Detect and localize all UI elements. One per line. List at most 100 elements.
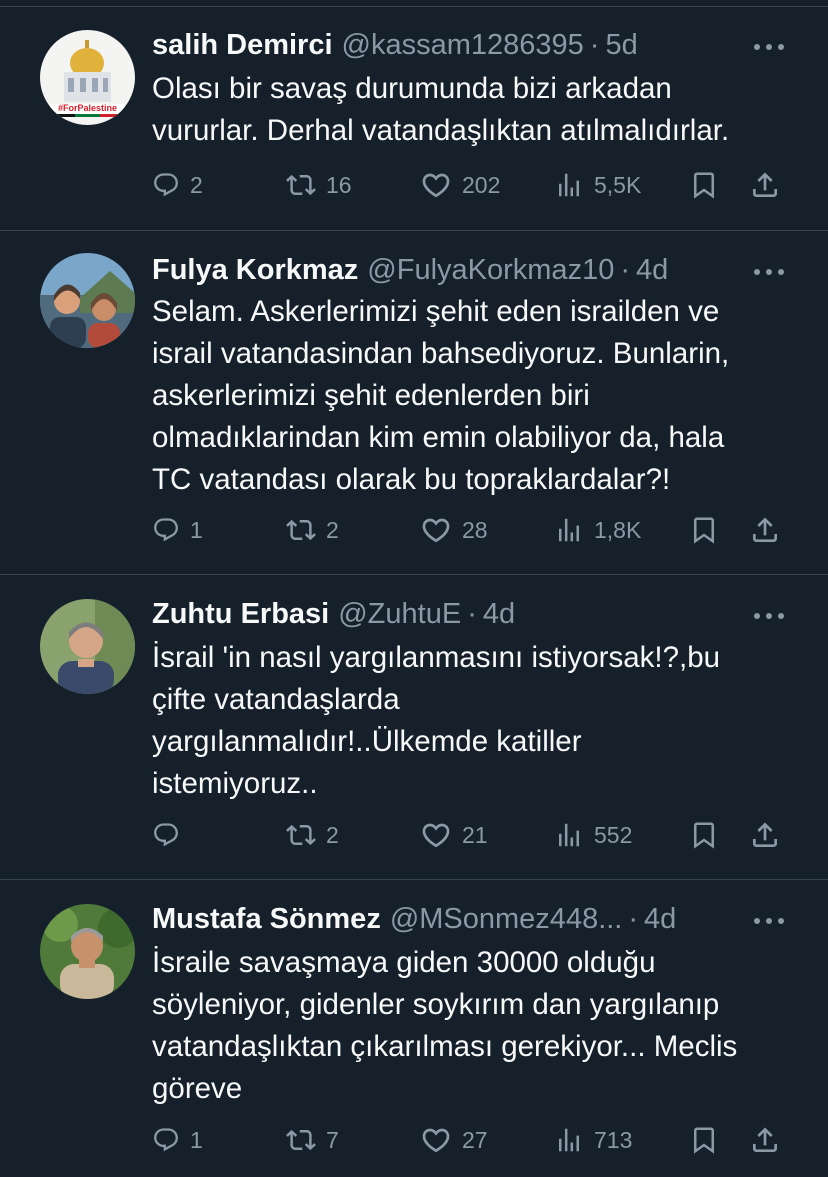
heart-icon xyxy=(420,169,452,201)
avatar[interactable] xyxy=(40,253,135,348)
reply-count: 1 xyxy=(190,516,203,543)
share-button[interactable] xyxy=(749,1120,781,1160)
view-count: 552 xyxy=(594,821,633,848)
bookmark-button[interactable] xyxy=(689,815,719,855)
like-button[interactable]: 28 xyxy=(420,510,488,550)
user-handle[interactable]: @ZuhtuE xyxy=(338,597,461,631)
views-icon xyxy=(554,515,584,545)
like-button[interactable]: 202 xyxy=(420,165,500,205)
timestamp[interactable]: 4d xyxy=(644,902,676,936)
view-count: 5,5K xyxy=(594,171,642,198)
bookmark-button[interactable] xyxy=(689,1120,719,1160)
action-bar: 2 21 552 xyxy=(152,815,792,855)
user-handle[interactable]: @FulyaKorkmaz10 xyxy=(367,253,614,287)
more-options-icon[interactable] xyxy=(754,266,784,278)
tweet-text: Selam. Askerlerimizi şehit eden israilde… xyxy=(152,295,730,496)
reply-button[interactable]: 1 xyxy=(152,1120,203,1160)
separator: · xyxy=(628,903,639,935)
share-icon xyxy=(749,819,781,851)
timestamp[interactable]: 5d xyxy=(605,28,637,62)
retweet-icon xyxy=(286,820,316,850)
tweet-text: Olası bir savaş durumunda bizi arkadan v… xyxy=(152,72,730,147)
separator: · xyxy=(589,29,600,61)
tweet[interactable]: Fulya Korkmaz @FulyaKorkmaz10 · 4d Selam… xyxy=(0,231,828,575)
like-count: 27 xyxy=(462,1126,488,1153)
tweet[interactable]: Mustafa Sönmez @MSonmez448... · 4d İsrai… xyxy=(0,880,828,1177)
tweet-timeline: #ForPalestine salih Demirci @kassam12863… xyxy=(0,0,828,1177)
reply-icon xyxy=(152,821,180,849)
retweet-button[interactable]: 16 xyxy=(286,165,352,205)
action-bar: 2 16 202 5,5K xyxy=(152,165,792,205)
tweet-text: İsraile savaşmaya giden 30000 olduğu söy… xyxy=(152,946,738,1105)
share-button[interactable] xyxy=(749,165,781,205)
tweet-header: Zuhtu Erbasi @ZuhtuE · 4d xyxy=(152,597,758,631)
bookmark-button[interactable] xyxy=(689,165,719,205)
share-button[interactable] xyxy=(749,510,781,550)
reply-icon xyxy=(152,516,180,544)
views-icon xyxy=(554,170,584,200)
tweet-header: Fulya Korkmaz @FulyaKorkmaz10 · 4d xyxy=(152,253,758,287)
like-button[interactable]: 27 xyxy=(420,1120,488,1160)
reply-icon xyxy=(152,1126,180,1154)
like-count: 21 xyxy=(462,821,488,848)
reply-count: 1 xyxy=(190,1126,203,1153)
more-options-icon[interactable] xyxy=(754,41,784,53)
reply-button[interactable]: 1 xyxy=(152,510,203,550)
tweet-text: İsrail 'in nasıl yargılanmasını istiyors… xyxy=(152,641,721,800)
views-icon xyxy=(554,820,584,850)
like-button[interactable]: 21 xyxy=(420,815,488,855)
avatar[interactable]: #ForPalestine xyxy=(40,30,135,125)
retweet-button[interactable]: 2 xyxy=(286,510,339,550)
views-icon xyxy=(554,1125,584,1155)
bookmark-icon xyxy=(689,1125,719,1155)
display-name[interactable]: Fulya Korkmaz xyxy=(152,253,358,287)
views-button[interactable]: 713 xyxy=(554,1120,632,1160)
heart-icon xyxy=(420,514,452,546)
retweet-count: 2 xyxy=(326,821,339,848)
action-bar: 1 7 27 713 xyxy=(152,1120,792,1160)
reply-button[interactable] xyxy=(152,815,180,855)
user-handle[interactable]: @kassam1286395 xyxy=(342,28,584,62)
retweet-icon xyxy=(286,1125,316,1155)
heart-icon xyxy=(420,1124,452,1156)
share-button[interactable] xyxy=(749,815,781,855)
retweet-count: 16 xyxy=(326,171,352,198)
share-icon xyxy=(749,1124,781,1156)
retweet-button[interactable]: 2 xyxy=(286,815,339,855)
avatar[interactable] xyxy=(40,599,135,694)
reply-icon xyxy=(152,171,180,199)
views-button[interactable]: 5,5K xyxy=(554,165,641,205)
retweet-count: 2 xyxy=(326,516,339,543)
user-handle[interactable]: @MSonmez448... xyxy=(390,902,623,936)
separator: · xyxy=(467,598,477,630)
display-name[interactable]: Zuhtu Erbasi xyxy=(152,597,329,631)
tweet[interactable]: #ForPalestine salih Demirci @kassam12863… xyxy=(0,0,828,230)
tweet-header: Mustafa Sönmez @MSonmez448... · 4d xyxy=(152,902,758,936)
views-button[interactable]: 552 xyxy=(554,815,632,855)
more-options-icon[interactable] xyxy=(754,915,784,927)
heart-icon xyxy=(420,819,452,851)
bookmark-button[interactable] xyxy=(689,510,719,550)
display-name[interactable]: Mustafa Sönmez xyxy=(152,902,381,936)
view-count: 713 xyxy=(594,1126,633,1153)
retweet-icon xyxy=(286,515,316,545)
tweet[interactable]: Zuhtu Erbasi @ZuhtuE · 4d İsrail 'in nas… xyxy=(0,575,828,880)
display-name[interactable]: salih Demirci xyxy=(152,28,333,62)
share-icon xyxy=(749,514,781,546)
bookmark-icon xyxy=(689,170,719,200)
bookmark-icon xyxy=(689,515,719,545)
timestamp[interactable]: 4d xyxy=(636,253,668,287)
bookmark-icon xyxy=(689,820,719,850)
like-count: 202 xyxy=(462,171,501,198)
views-button[interactable]: 1,8K xyxy=(554,510,641,550)
reply-button[interactable]: 2 xyxy=(152,165,203,205)
view-count: 1,8K xyxy=(594,516,642,543)
timestamp[interactable]: 4d xyxy=(483,597,515,631)
more-options-icon[interactable] xyxy=(754,610,784,622)
avatar[interactable] xyxy=(40,904,135,999)
retweet-icon xyxy=(286,170,316,200)
retweet-button[interactable]: 7 xyxy=(286,1120,339,1160)
reply-count: 2 xyxy=(190,171,203,198)
like-count: 28 xyxy=(462,516,488,543)
action-bar: 1 2 28 1,8K xyxy=(152,510,792,550)
